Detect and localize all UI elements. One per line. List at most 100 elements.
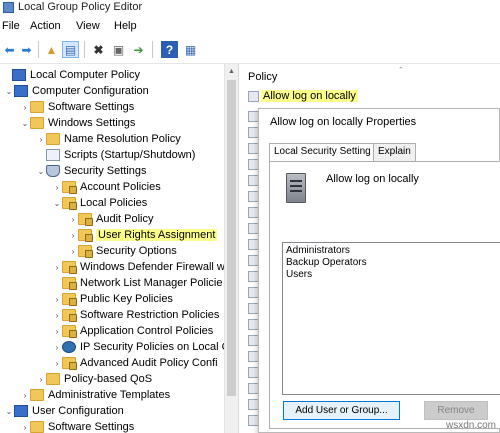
tree-node-label: Name Resolution Policy xyxy=(64,133,181,145)
expander[interactable]: › xyxy=(68,231,78,240)
list-item[interactable]: Backup Operators xyxy=(286,257,367,269)
tree-node-local-computer-policy[interactable]: Local Computer Policy xyxy=(2,67,140,83)
tree-node-ip-security-policies[interactable]: › IP Security Policies on Local C xyxy=(52,339,230,355)
tree-node-local-policies[interactable]: ⌄ Local Policies xyxy=(52,195,147,211)
remove-button[interactable]: Remove xyxy=(424,401,488,420)
toolbar-separator xyxy=(84,41,85,58)
back-icon[interactable]: ⬅ xyxy=(1,41,18,58)
tree-node-software-restriction-policies[interactable]: › Software Restriction Policies xyxy=(52,307,219,323)
tree-node-windows-defender-firewall[interactable]: › Windows Defender Firewall w xyxy=(52,259,225,275)
expander[interactable]: › xyxy=(52,327,62,336)
tree-node-computer-configuration[interactable]: ⌄ Computer Configuration xyxy=(4,83,149,99)
expander[interactable]: ⌄ xyxy=(4,87,14,96)
list-item[interactable]: Users xyxy=(286,269,312,281)
forward-icon[interactable]: ➡ xyxy=(18,41,35,58)
scroll-up-arrow-icon[interactable]: ▲ xyxy=(228,68,235,75)
tree-node-windows-settings[interactable]: ⌄ Windows Settings xyxy=(20,115,135,131)
window-title: Local Group Policy Editor xyxy=(18,1,143,13)
tree-node-application-control-policies[interactable]: › Application Control Policies xyxy=(52,323,213,339)
tree-node-account-policies[interactable]: › Account Policies xyxy=(52,179,161,195)
expander[interactable]: ⌄ xyxy=(36,167,46,176)
menu-file[interactable]: File xyxy=(2,20,20,32)
expander[interactable]: ⌄ xyxy=(52,199,62,208)
menu-view[interactable]: View xyxy=(76,20,100,32)
policy-name-label: Allow log on locally xyxy=(326,173,419,185)
tree-node-label: Security Options xyxy=(96,245,177,257)
tree-node-label: Security Settings xyxy=(64,165,147,177)
scroll-thumb[interactable] xyxy=(227,80,236,396)
policy-column-header[interactable]: Policy ⌃ xyxy=(244,64,500,86)
sort-arrow-icon: ⌃ xyxy=(398,67,404,74)
pane-splitter[interactable] xyxy=(238,64,244,433)
menu-help[interactable]: Help xyxy=(114,20,137,32)
expander[interactable]: › xyxy=(52,311,62,320)
tree-node-name-resolution-policy[interactable]: › Name Resolution Policy xyxy=(36,131,181,147)
delete-icon[interactable]: ✖ xyxy=(90,41,107,58)
expander[interactable]: ⌄ xyxy=(20,119,30,128)
help-icon[interactable]: ? xyxy=(161,41,178,58)
tree-node-label: Windows Settings xyxy=(48,117,136,129)
computer-icon xyxy=(14,85,28,97)
menu-action[interactable]: Action xyxy=(30,20,61,32)
folder-lock-icon xyxy=(62,197,77,210)
tree-node-label: IP Security Policies on Local C xyxy=(80,341,230,353)
tree-node-network-list-manager[interactable]: Network List Manager Policie xyxy=(52,275,222,291)
tree-node-scripts[interactable]: Scripts (Startup/Shutdown) xyxy=(36,147,195,163)
expander[interactable]: › xyxy=(68,247,78,256)
tree-node-security-options[interactable]: › Security Options xyxy=(68,243,177,259)
folder-lock-icon xyxy=(62,181,77,194)
tree-node-audit-policy[interactable]: › Audit Policy xyxy=(68,211,153,227)
doc-icon xyxy=(46,149,60,161)
folder-icon xyxy=(30,117,44,129)
expander[interactable]: › xyxy=(68,215,78,224)
folder-lock-icon xyxy=(78,229,93,242)
tree-node-label: Scripts (Startup/Shutdown) xyxy=(64,149,196,161)
tree-node-label: Administrative Templates xyxy=(48,389,171,401)
tree-node-policy-based-qos[interactable]: › Policy-based QoS xyxy=(36,371,152,387)
folder-icon xyxy=(46,373,60,385)
tab-explain[interactable]: Explain xyxy=(373,143,416,161)
expander[interactable]: › xyxy=(52,359,62,368)
expander[interactable]: › xyxy=(52,183,62,192)
tab-local-security-setting[interactable]: Local Security Setting xyxy=(269,143,376,162)
folder-lock-icon xyxy=(78,245,93,258)
tree-node-user-rights-assignment[interactable]: › User Rights Assignment xyxy=(68,227,218,243)
expander[interactable]: ⌄ xyxy=(4,407,14,416)
tree-node-label: Network List Manager Policie xyxy=(80,277,223,289)
policy-item-icon xyxy=(248,91,259,102)
expander[interactable]: › xyxy=(20,103,30,112)
folder-lock-icon xyxy=(62,261,77,274)
export-icon[interactable]: ➔ xyxy=(130,41,147,58)
expander[interactable]: › xyxy=(52,263,62,272)
tree-node-label: Account Policies xyxy=(80,181,161,193)
ipsec-icon xyxy=(62,341,76,353)
properties-icon[interactable]: ▣ xyxy=(110,41,127,58)
list-item[interactable]: Administrators xyxy=(286,245,350,257)
tree-node-user-configuration[interactable]: ⌄ User Configuration xyxy=(4,403,124,419)
expander[interactable]: › xyxy=(52,343,62,352)
watermark: wsxdn.com xyxy=(445,420,496,431)
tree-node-advanced-audit-policy[interactable]: › Advanced Audit Policy Confi xyxy=(52,355,218,371)
tree-scrollbar[interactable]: ▲ xyxy=(224,64,238,433)
app-icon xyxy=(3,2,14,13)
add-user-or-group-button[interactable]: Add User or Group... xyxy=(283,401,400,420)
tree-node-user-software-settings[interactable]: › Software Settings xyxy=(20,419,134,433)
tree-node-software-settings[interactable]: › Software Settings xyxy=(20,99,134,115)
tree-node-security-settings[interactable]: ⌄ Security Settings xyxy=(36,163,147,179)
up-folder-icon[interactable]: ▲ xyxy=(43,41,60,58)
members-listbox[interactable]: Administrators Backup Operators Users xyxy=(282,242,500,395)
console-icon[interactable]: ▦ xyxy=(182,41,199,58)
tree-node-administrative-templates[interactable]: › Administrative Templates xyxy=(20,387,170,403)
expander[interactable]: › xyxy=(20,423,30,432)
expander[interactable]: › xyxy=(36,375,46,384)
console-tree: Local Computer Policy ⌄ Computer Configu… xyxy=(0,64,238,433)
expander[interactable]: › xyxy=(36,135,46,144)
tree-node-label: Local Computer Policy xyxy=(30,69,141,81)
expander[interactable]: › xyxy=(20,391,30,400)
tree-node-label: Local Policies xyxy=(80,197,148,209)
show-hide-tree-icon[interactable]: ▤ xyxy=(62,41,79,58)
policy-item-allow-log-on-locally[interactable]: Allow log on locally xyxy=(261,90,358,102)
toolbar-separator xyxy=(152,41,153,58)
tree-node-public-key-policies[interactable]: › Public Key Policies xyxy=(52,291,173,307)
expander[interactable]: › xyxy=(52,295,62,304)
